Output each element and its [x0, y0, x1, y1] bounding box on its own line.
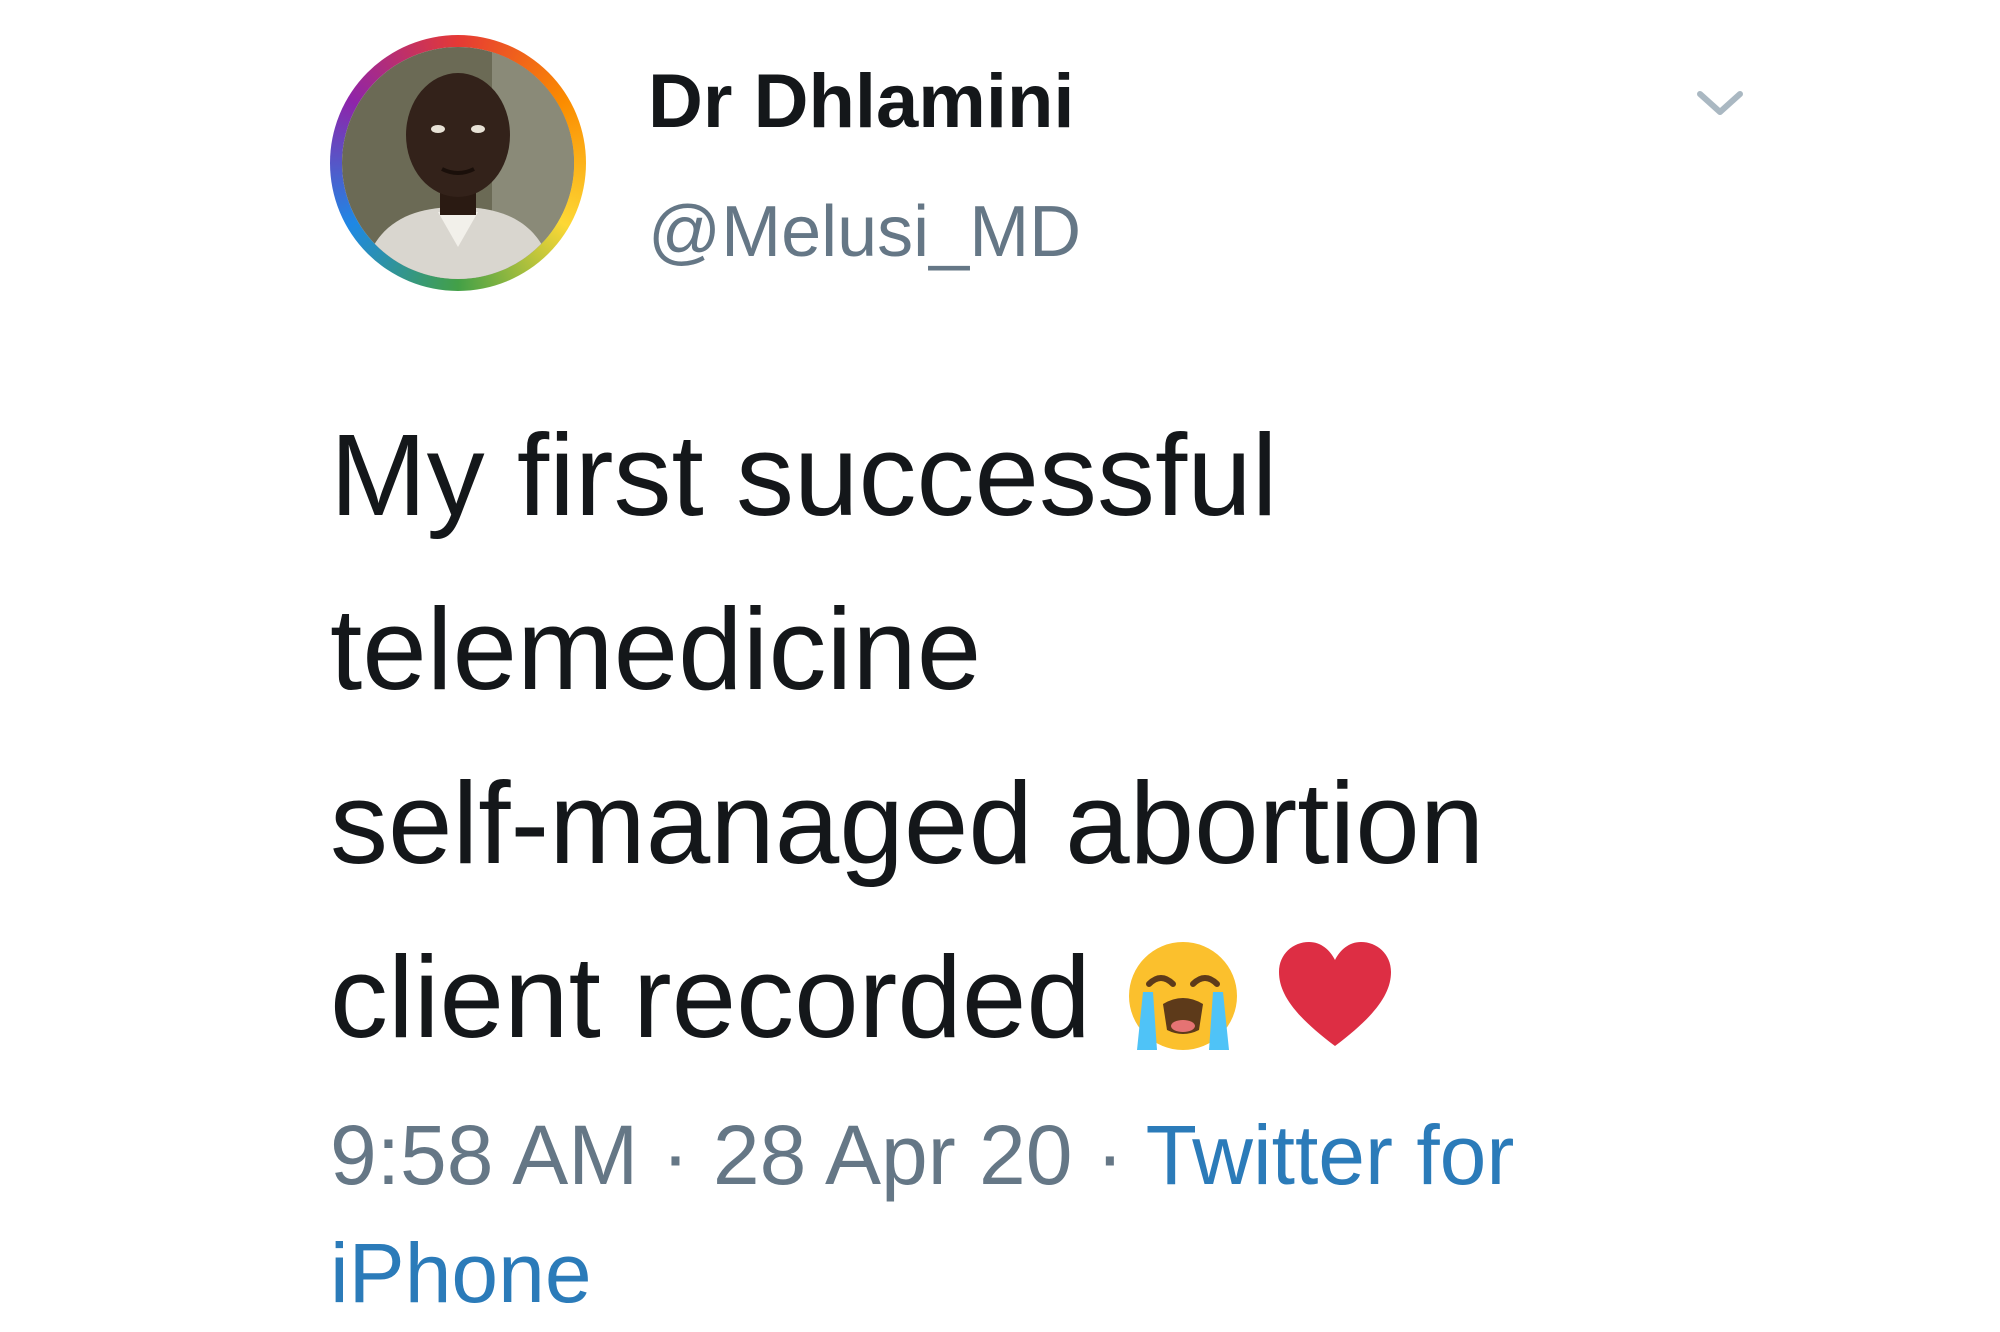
user-handle[interactable]: @Melusi_MD — [648, 196, 1081, 268]
tweet-text-line: telemedicine — [330, 584, 982, 714]
chevron-down-icon[interactable] — [1690, 80, 1750, 130]
loudly-crying-face-icon — [1129, 941, 1238, 1050]
display-name[interactable]: Dr Dhlamini — [648, 64, 1075, 140]
meta-separator: · — [1072, 1108, 1146, 1202]
tweet-meta: 9:58 AM · 28 Apr 20 · Twitter for iPhone — [330, 1096, 1830, 1332]
tweet-text-line-with-emoji: client recorded — [330, 910, 1830, 1084]
tweet-text-line: self-managed abortion — [330, 758, 1485, 888]
avatar[interactable] — [330, 35, 586, 291]
tweet-meta-line: 9:58 AM · 28 Apr 20 · Twitter for — [330, 1096, 1830, 1214]
tweet-text-line: My first successful — [330, 410, 1278, 540]
tweet-source-link[interactable]: Twitter for — [1146, 1108, 1515, 1202]
tweet-card: Dr Dhlamini @Melusi_MD My first successf… — [0, 0, 2000, 1320]
tweet-source-link-continued[interactable]: iPhone — [330, 1214, 1830, 1332]
tweet-text-line: client recorded — [330, 932, 1091, 1062]
tweet-time[interactable]: 9:58 AM — [330, 1108, 638, 1202]
red-heart-icon — [1279, 941, 1392, 1046]
avatar-photo — [342, 47, 574, 279]
tweet-text: My first successful telemedicine self-ma… — [330, 388, 1830, 1084]
tweet-date[interactable]: 28 Apr 20 — [713, 1108, 1073, 1202]
meta-separator: · — [638, 1108, 713, 1202]
